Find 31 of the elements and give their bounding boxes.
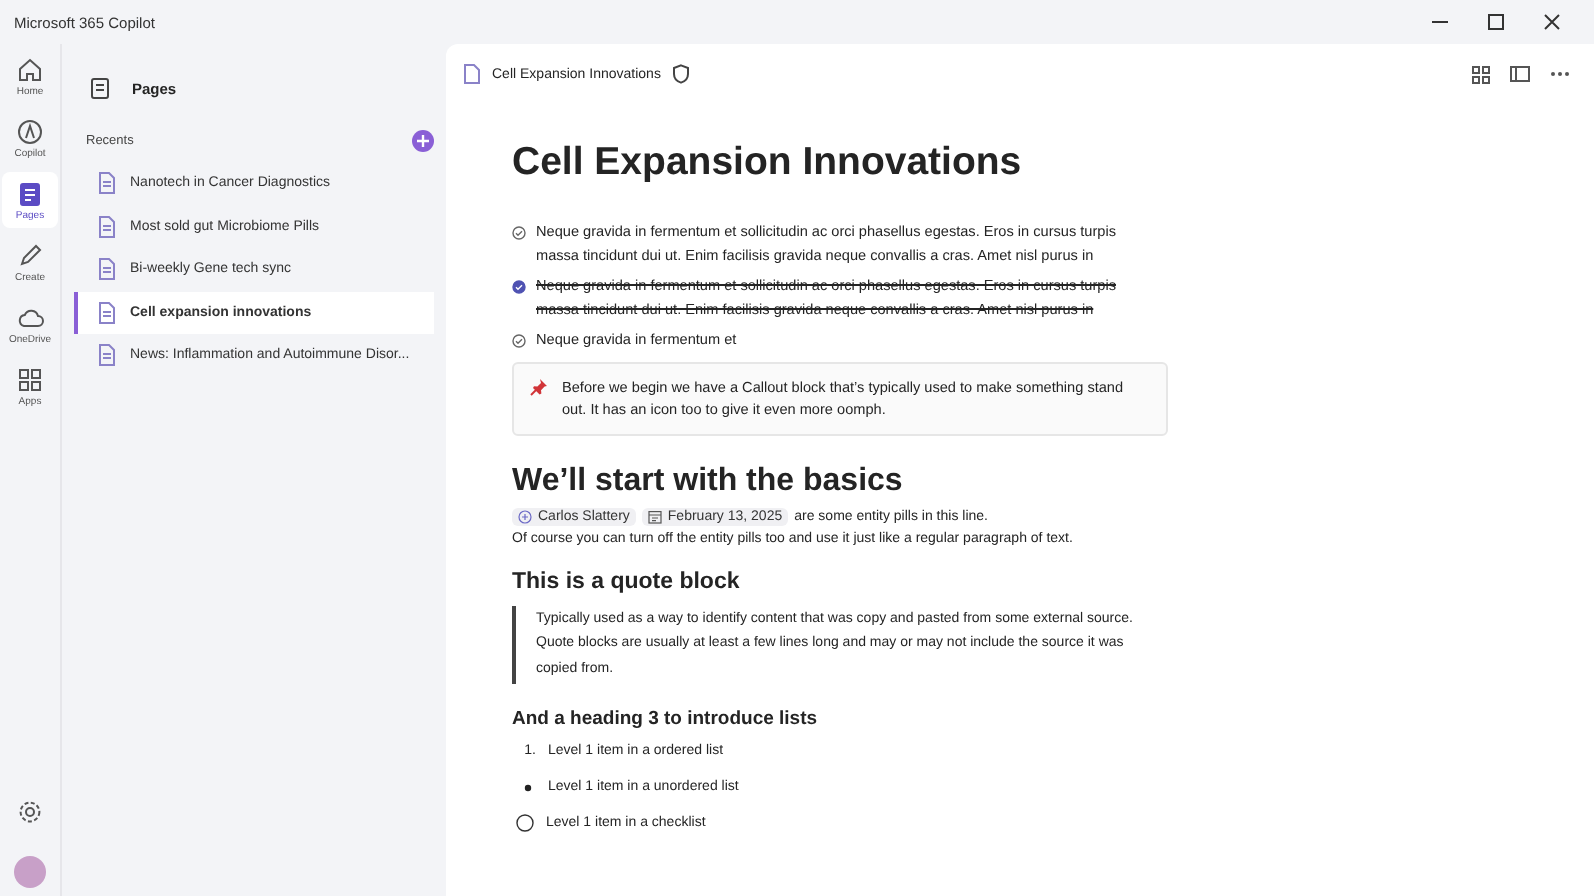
add-button[interactable]	[412, 130, 434, 152]
heading: And a heading 3 to introduce lists	[512, 708, 820, 730]
heading: We’ll start with the basics	[512, 463, 905, 499]
settings-icon[interactable]	[18, 800, 42, 824]
page-icon	[98, 301, 116, 324]
page-title: Cell Expansion Innovations	[512, 140, 1024, 186]
home-icon	[16, 55, 44, 83]
maximize-icon[interactable]	[1486, 12, 1506, 32]
task-checkbox[interactable]	[512, 225, 526, 239]
task-checkbox[interactable]	[512, 279, 526, 293]
pencil-icon	[16, 241, 44, 269]
pages-icon	[90, 76, 112, 100]
task-checkbox[interactable]	[512, 333, 526, 347]
more-icon[interactable]	[1550, 70, 1570, 78]
page-icon	[98, 344, 116, 367]
page-icon	[98, 215, 116, 238]
grid-icon[interactable]	[1472, 65, 1490, 83]
close-icon[interactable]	[1542, 12, 1562, 32]
pushpin-icon	[530, 377, 548, 395]
bullet-icon	[520, 783, 536, 791]
calendar-icon	[647, 509, 662, 523]
person-icon	[518, 509, 532, 523]
page-icon	[464, 64, 480, 84]
checklist-checkbox[interactable]	[516, 814, 534, 832]
heading: This is a quote block	[512, 569, 742, 593]
window-icon[interactable]	[1510, 65, 1530, 83]
shield-icon[interactable]	[672, 64, 691, 84]
page-icon	[98, 258, 116, 281]
page-icon	[16, 179, 44, 207]
apps-icon	[16, 365, 44, 393]
page-icon	[98, 172, 116, 195]
